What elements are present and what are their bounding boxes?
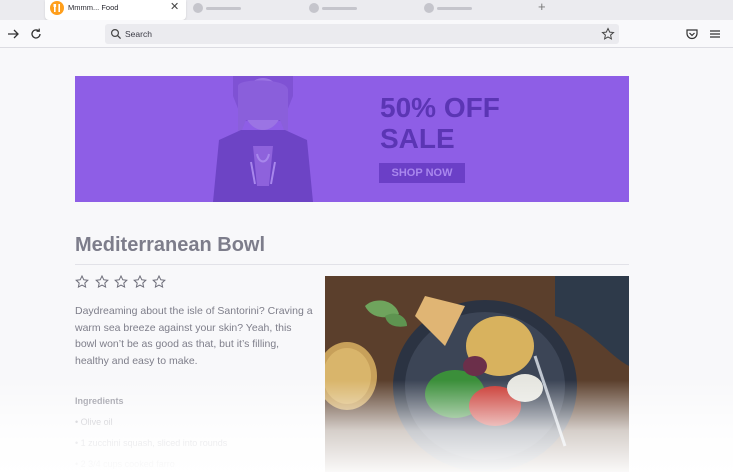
reload-icon[interactable] [28, 26, 44, 42]
forward-icon[interactable] [5, 26, 21, 42]
food-favicon-icon [50, 1, 64, 15]
shop-now-button[interactable]: SHOP NOW [379, 163, 465, 183]
ingredient-item: • Olive oil [75, 417, 113, 427]
sale-headline: 50% OFF SALE [380, 92, 500, 154]
ingredient-item: • 2 3/4 cups cooked farro [75, 459, 175, 469]
tab-placeholder[interactable] [424, 3, 484, 15]
star-icon[interactable] [114, 274, 128, 294]
star-icon[interactable] [133, 274, 147, 294]
menu-icon[interactable] [707, 26, 723, 42]
ingredients-heading: Ingredients [75, 396, 124, 406]
address-bar[interactable] [105, 24, 619, 44]
bookmark-star-icon[interactable] [601, 27, 615, 46]
tab-strip: Mmmm... Food ✕ + [0, 0, 733, 20]
star-icon[interactable] [75, 274, 89, 294]
tab-title: Mmmm... Food [68, 3, 119, 12]
recipe-photo [325, 276, 629, 472]
model-photo [213, 76, 313, 202]
star-icon[interactable] [152, 274, 166, 294]
promo-banner[interactable]: 50% OFF SALE SHOP NOW [75, 76, 629, 202]
ingredient-item: • 1 zucchini squash, sliced into rounds [75, 438, 228, 448]
close-icon[interactable]: ✕ [170, 1, 179, 13]
sale-headline-line2: SALE [380, 123, 455, 154]
search-icon [110, 27, 122, 45]
search-input[interactable] [125, 26, 585, 42]
recipe-description: Daydreaming about the isle of Santorini?… [75, 305, 313, 367]
recipe-title: Mediterranean Bowl [75, 234, 266, 256]
tab-active[interactable]: Mmmm... Food ✕ [45, 0, 186, 20]
navigation-toolbar [0, 20, 733, 48]
star-icon[interactable] [95, 274, 109, 294]
pocket-icon[interactable] [684, 26, 700, 42]
new-tab-button[interactable]: + [538, 0, 546, 14]
sale-headline-line1: 50% OFF [380, 92, 500, 123]
tab-placeholder[interactable] [309, 3, 369, 15]
tab-placeholder[interactable] [193, 3, 253, 15]
divider [75, 264, 629, 265]
